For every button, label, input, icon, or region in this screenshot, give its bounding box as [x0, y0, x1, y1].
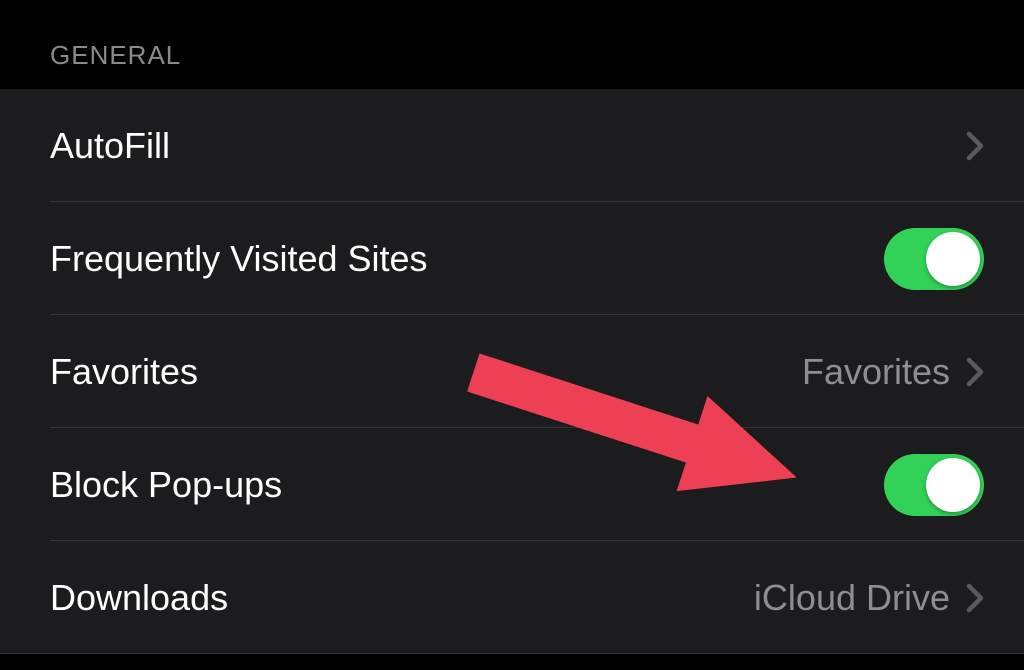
row-downloads[interactable]: Downloads iCloud Drive — [0, 541, 1024, 654]
row-right-block-popups — [884, 454, 984, 516]
row-value-favorites: Favorites — [802, 351, 950, 393]
row-label-block-popups: Block Pop-ups — [50, 464, 282, 506]
row-right-autofill — [966, 131, 984, 161]
settings-list: AutoFill Frequently Visited Sites Favori… — [0, 89, 1024, 654]
chevron-right-icon — [966, 131, 984, 161]
row-right-downloads: iCloud Drive — [754, 577, 984, 619]
row-label-autofill: AutoFill — [50, 125, 170, 167]
row-right-favorites: Favorites — [802, 351, 984, 393]
row-value-downloads: iCloud Drive — [754, 577, 950, 619]
toggle-frequently-visited[interactable] — [884, 228, 984, 290]
toggle-knob — [926, 458, 980, 512]
row-label-favorites: Favorites — [50, 351, 198, 393]
row-right-frequently-visited — [884, 228, 984, 290]
row-block-popups: Block Pop-ups — [0, 428, 1024, 541]
row-label-frequently-visited: Frequently Visited Sites — [50, 238, 428, 280]
row-frequently-visited: Frequently Visited Sites — [0, 202, 1024, 315]
toggle-block-popups[interactable] — [884, 454, 984, 516]
chevron-right-icon — [966, 357, 984, 387]
section-header-general: GENERAL — [0, 0, 1024, 89]
row-autofill[interactable]: AutoFill — [0, 89, 1024, 202]
row-favorites[interactable]: Favorites Favorites — [0, 315, 1024, 428]
row-label-downloads: Downloads — [50, 577, 228, 619]
chevron-right-icon — [966, 583, 984, 613]
toggle-knob — [926, 232, 980, 286]
